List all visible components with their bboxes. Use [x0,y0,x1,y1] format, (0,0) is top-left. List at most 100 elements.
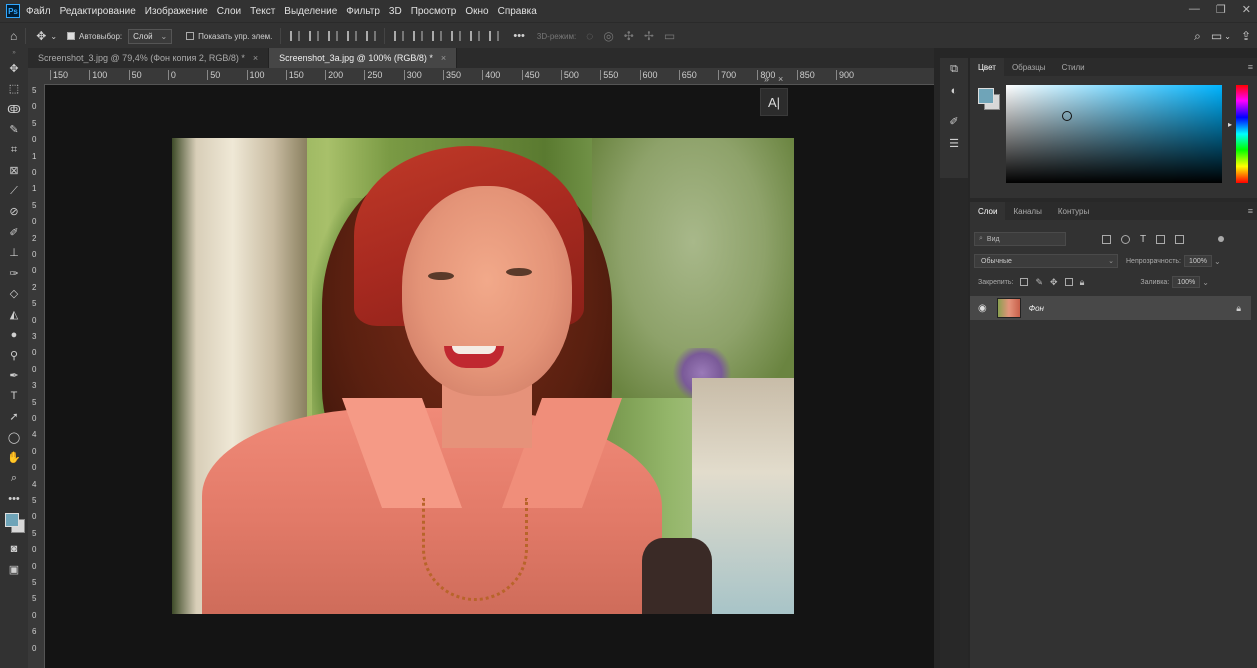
opacity-input[interactable]: 100% [1184,255,1212,267]
adjustments-panel-icon[interactable]: ◐ [940,80,968,102]
properties-panel-icon[interactable]: ☰ [940,132,968,154]
filter-smart-object-icon[interactable] [1175,234,1185,244]
home-icon[interactable]: ⌂ [10,29,17,43]
menu-view[interactable]: Просмотр [411,6,457,17]
tab-color[interactable]: Цвет [970,58,1004,76]
color-swatches[interactable] [0,509,28,539]
menu-window[interactable]: Окно [465,6,488,17]
history-brush-tool-icon[interactable]: ✑ [0,263,28,284]
quick-mask-icon[interactable]: ◙ [0,539,28,560]
menu-type[interactable]: Текст [250,6,275,17]
distribute-right-icon[interactable] [489,31,500,41]
close-icon[interactable]: × [441,53,446,63]
lock-position-icon[interactable]: ✥ [1050,277,1058,288]
pen-tool-icon[interactable]: ✒ [0,366,28,387]
filter-toggle-icon[interactable] [1218,236,1225,242]
menu-help[interactable]: Справка [498,6,537,17]
distribute-middle-icon[interactable] [413,31,424,41]
tab-screenshot-3[interactable]: Screenshot_3.jpg @ 79,4% (Фон копия 2, R… [28,48,270,68]
lock-all-icon[interactable]: 🔒︎ [1080,277,1085,288]
panel-collapse-icon[interactable]: » [0,48,28,58]
align-center-icon[interactable] [309,31,320,41]
close-icon[interactable]: × [253,53,258,63]
menu-layers[interactable]: Слои [217,6,241,17]
layer-lock-icon[interactable]: 🔒︎ [1236,303,1241,314]
filter-shape-icon[interactable] [1156,234,1166,244]
chevron-down-icon[interactable]: ⌄ [1202,278,1209,287]
distribute-bottom-icon[interactable] [432,31,443,41]
brush-panel-icon[interactable]: ✐ [940,110,968,132]
healing-brush-tool-icon[interactable]: ⊘ [0,202,28,223]
foreground-color-swatch[interactable] [978,88,994,104]
menu-filter[interactable]: Фильтр [346,6,380,17]
lock-image-pixels-icon[interactable]: ✎ [1035,277,1043,288]
tab-paths[interactable]: Контуры [1050,202,1097,220]
distribute-center-icon[interactable] [470,31,481,41]
eraser-tool-icon[interactable]: ◇ [0,284,28,305]
distribute-top-icon[interactable] [394,31,405,41]
menu-edit[interactable]: Редактирование [60,6,136,17]
visibility-eye-icon[interactable]: ◉ [978,303,987,314]
distribute-left-icon[interactable] [451,31,462,41]
workspace-icon[interactable]: ▭ [1211,29,1222,43]
foreground-color-swatch[interactable] [5,513,19,527]
ellipse-tool-icon[interactable]: ◯ [0,427,28,448]
show-transform-checkbox[interactable] [186,32,195,40]
eyedropper-tool-icon[interactable]: ⟋ [0,181,28,202]
brush-tool-icon[interactable]: ✐ [0,222,28,243]
minimize-button[interactable]: — [1189,3,1200,16]
path-select-tool-icon[interactable]: ➚ [0,407,28,428]
filter-pixel-icon[interactable] [1102,234,1111,244]
lock-artboard-icon[interactable] [1064,278,1073,286]
menu-image[interactable]: Изображение [145,6,208,17]
paint-bucket-tool-icon[interactable]: ◭ [0,304,28,325]
close-button[interactable]: ✕ [1242,3,1251,16]
layer-filter-dropdown[interactable]: ⌕ Вид [974,232,1066,246]
stamp-tool-icon[interactable]: ⊥ [0,243,28,264]
type-tool-icon[interactable]: T [0,386,28,407]
document-image[interactable] [172,138,794,614]
blur-tool-icon[interactable]: ● [0,325,28,346]
tab-swatches[interactable]: Образцы [1004,58,1054,76]
move-tool-icon[interactable]: ✥ [0,58,28,79]
align-middle-icon[interactable] [366,31,377,41]
more-options-button[interactable]: ••• [513,30,525,42]
tab-styles[interactable]: Стили [1054,58,1093,76]
tab-channels[interactable]: Каналы [1005,202,1049,220]
more-tools-icon[interactable]: ••• [0,489,28,510]
align-left-icon[interactable] [290,31,301,41]
chevron-down-icon[interactable]: ⌄ [50,32,57,41]
chevron-down-icon[interactable]: ⌄ [1214,257,1221,266]
lasso-tool-icon[interactable]: ↂ [0,99,28,120]
fill-input[interactable]: 100% [1172,276,1201,288]
close-all-icon[interactable]: × [778,74,783,84]
autoselect-dropdown[interactable]: Слой ⌄ [128,28,173,44]
horizontal-ruler[interactable]: 150 100 50 0 50 100 150 200 250 300 350 400 450 500 55… [44,68,934,85]
canvas-area[interactable]: A| [45,85,934,668]
menu-select[interactable]: Выделение [284,6,337,17]
align-top-icon[interactable] [347,31,358,41]
search-icon[interactable]: ⌕ [1194,29,1201,44]
panel-menu-icon[interactable]: ≡ [1248,62,1253,72]
color-picker-marker[interactable] [1062,111,1072,121]
3d-roll-icon[interactable]: ◎ [603,29,613,43]
text-cursor-button[interactable]: A| [760,88,788,116]
layer-name[interactable]: Фон [1029,304,1044,313]
hand-tool-icon[interactable]: ✋ [0,448,28,469]
chevron-down-icon[interactable]: ⌄ [1224,32,1231,41]
3d-pan-icon[interactable]: ✣ [624,29,634,43]
maximize-button[interactable]: ❐ [1216,3,1226,16]
3d-slide-icon[interactable]: ✢ [644,29,654,43]
zoom-tool-icon[interactable]: ⌕ [0,468,28,489]
share-icon[interactable]: ⇪ [1241,29,1251,43]
menu-file[interactable]: Файл [26,6,51,17]
marquee-tool-icon[interactable]: ⬚ [0,79,28,100]
align-right-icon[interactable] [328,31,339,41]
hue-slider[interactable] [1236,85,1248,183]
filter-adjustment-icon[interactable] [1121,234,1130,244]
blend-mode-dropdown[interactable]: Обычные ⌄ [974,254,1118,268]
dodge-tool-icon[interactable]: ⚲ [0,345,28,366]
frame-tool-icon[interactable]: ⊠ [0,161,28,182]
autoselect-checkbox[interactable] [67,32,76,40]
layer-row[interactable]: ◉ Фон 🔒︎ [970,296,1251,320]
